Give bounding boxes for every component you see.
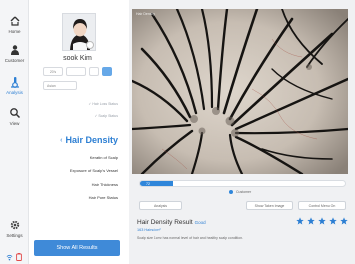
battery-icon <box>16 248 22 264</box>
sidebar-item-label: View <box>9 121 20 126</box>
image-label: Hair Density <box>136 12 156 16</box>
result-description: Scalp size 1cm² has normal level of hair… <box>137 236 244 240</box>
sidebar-item-label: Customer <box>4 58 25 63</box>
gender-select[interactable] <box>66 67 86 76</box>
sidebar-item-home[interactable]: Home <box>0 14 29 34</box>
home-icon <box>8 14 22 28</box>
user-name: sook Kim <box>63 55 92 62</box>
legend-label: Customer <box>236 190 252 194</box>
menu-item-vessel[interactable]: Exposure of Scalp's Vessel <box>70 168 118 173</box>
star-icon <box>340 217 348 225</box>
star-icon <box>318 217 326 225</box>
sidebar-item-settings[interactable]: Settings <box>0 218 29 238</box>
profile-controls: 20's <box>43 67 112 76</box>
sidebar-item-customer[interactable]: Customer <box>0 43 29 63</box>
wifi-icon <box>6 248 13 264</box>
chevron-left-icon: ‹ <box>60 136 63 144</box>
sidebar-item-view[interactable]: View <box>0 106 29 126</box>
age-select[interactable]: 20's <box>43 67 63 76</box>
sidebar-item-label: Home <box>8 29 21 34</box>
option-toggle-active[interactable] <box>102 67 112 76</box>
scalp-image: Hair Density <box>132 9 348 174</box>
ethnicity-select[interactable]: Asian <box>43 81 77 90</box>
legend-dot <box>229 190 233 194</box>
sidebar-item-analysis[interactable]: Analysis <box>0 75 29 95</box>
star-icon <box>329 217 337 225</box>
customer-icon <box>8 43 22 57</box>
menu-item-keratin[interactable]: Keratin of Scalp <box>90 155 118 160</box>
star-icon <box>296 217 304 225</box>
option-toggle[interactable] <box>89 67 99 76</box>
result-subtitle: 163 Hairs/cm² <box>137 228 161 232</box>
sidebar: Home Customer Analysis View Settings <box>0 0 29 264</box>
status-icons <box>6 248 22 264</box>
progress-fill <box>140 181 173 186</box>
analysis-button[interactable]: Analysis <box>139 201 182 210</box>
sidebar-item-label: Settings <box>6 233 23 238</box>
menu-item-scalp-status[interactable]: ✓ Scalp Status <box>94 114 118 118</box>
gear-icon <box>8 218 22 232</box>
result-grade: Good <box>194 220 206 225</box>
control-menu-button[interactable]: Control Menu On <box>298 201 346 210</box>
profile-panel: sook Kim 20's Asian ✓ Hair Loss Status ✓… <box>29 0 126 264</box>
progress-legend: Customer <box>229 190 251 194</box>
result-title: Hair Density Result Good <box>137 219 206 226</box>
search-icon <box>8 106 22 120</box>
analysis-icon <box>8 75 22 89</box>
rating-stars <box>296 217 348 225</box>
progress-value: 72 <box>146 181 150 186</box>
menu-item-thickness[interactable]: Hair Thickness <box>92 182 118 187</box>
camera-icon[interactable] <box>86 41 94 49</box>
menu-item-pore[interactable]: Hair Pore Status <box>89 195 118 200</box>
avatar[interactable] <box>62 13 96 51</box>
menu-item-hair-density[interactable]: ‹ Hair Density <box>29 135 126 145</box>
show-taken-image-button[interactable]: Show Taken Image <box>246 201 293 210</box>
star-icon <box>307 217 315 225</box>
show-all-results-button[interactable]: Show All Results <box>34 240 120 256</box>
menu-item-hair-loss[interactable]: ✓ Hair Loss Status <box>88 102 118 106</box>
density-progress-bar: 72 <box>139 180 346 187</box>
sidebar-item-label: Analysis <box>6 90 23 95</box>
